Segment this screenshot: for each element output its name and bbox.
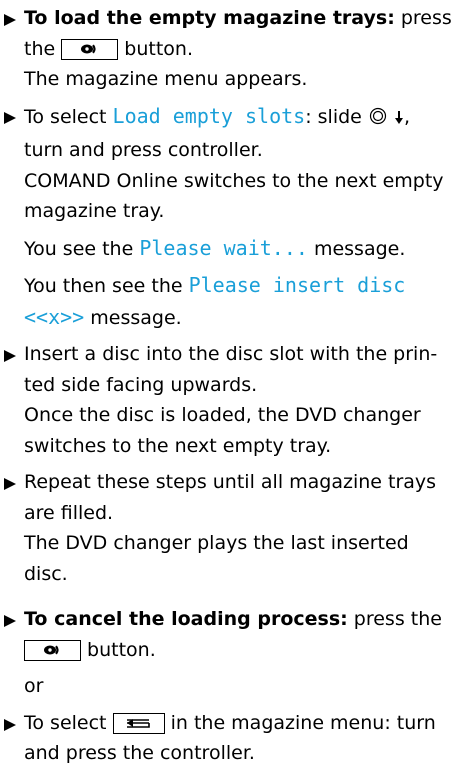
back-icon [112, 712, 165, 734]
cancel-press-text: press the [347, 608, 442, 630]
instruction-page: To load the empty magazine trays: press … [0, 0, 461, 769]
step-insert-disc: Insert a disc into the disc slot with th… [2, 339, 455, 400]
load-button-suffix: button. [118, 37, 193, 60]
slide-down-arrow-icon [394, 105, 404, 136]
insert-disc-text: Insert a disc into the disc slot with th… [24, 343, 438, 396]
please-wait-line: You see the Please wait... message. [2, 233, 455, 265]
cancel-button-suffix: button. [81, 638, 156, 661]
select-mid: : slide [305, 105, 368, 128]
repeat-text: Repeat these steps until all magazine tr… [24, 471, 437, 524]
controller-icon [368, 105, 388, 136]
please-insert-line: You then see the Please insert disc <<x>… [2, 270, 455, 333]
arrow-right-icon [4, 350, 16, 362]
you-see-text: You see the [24, 237, 140, 260]
load-heading: To load the empty magazine trays: [24, 7, 395, 29]
plays-last-text: The DVD changer plays the last inserted … [24, 532, 409, 585]
step-select-back: To select in the magazine menu: turn and… [2, 708, 455, 769]
step-repeat: Repeat these steps until all magazine tr… [2, 467, 455, 528]
select-prefix: To select [24, 105, 113, 128]
arrow-right-icon [4, 111, 16, 124]
message-suffix: message. [307, 237, 406, 260]
arrow-right-icon [4, 478, 16, 490]
message-suffix-2: message. [84, 306, 182, 329]
arrow-right-icon [4, 718, 16, 731]
or-text: or [24, 675, 44, 697]
step-cancel: To cancel the loading process: press the… [2, 604, 455, 665]
you-then-see-text: You then see the [24, 275, 189, 297]
step-select-load-empty: To select Load empty slots: slide , turn… [2, 101, 455, 166]
menu-appears-text: The magazine menu appears. [24, 68, 308, 90]
load-empty-slots-label: Load empty slots [112, 103, 306, 128]
cancel-heading: To cancel the loading process: [24, 608, 348, 630]
switches-text: COMAND Online switches to the next empty… [24, 169, 444, 223]
arrow-right-icon [4, 615, 16, 627]
select-back-prefix: To select [24, 711, 113, 734]
once-loaded-text: Once the disc is loaded, the DVD changer… [24, 404, 421, 457]
disc-eject-button-icon [61, 38, 119, 60]
disc-eject-button-icon [24, 639, 81, 661]
arrow-right-icon [4, 14, 16, 26]
please-wait-message: Please wait... [139, 235, 308, 260]
step-load-trays: To load the empty magazine trays: press … [2, 3, 455, 64]
